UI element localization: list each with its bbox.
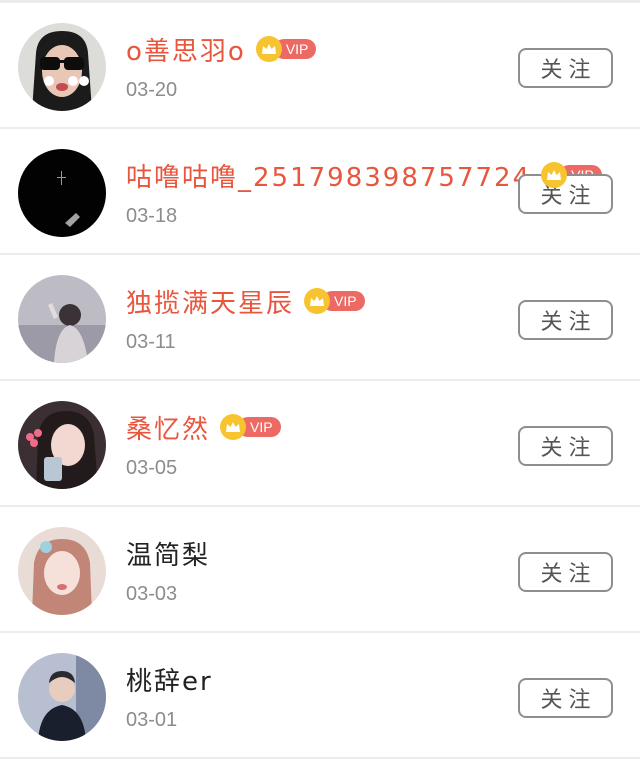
crown-icon [541, 162, 568, 188]
user-name[interactable]: 桑忆然 [126, 409, 210, 446]
crown-icon [255, 36, 282, 62]
follow-button[interactable]: 关注 [518, 678, 613, 718]
list-item[interactable]: 咕噜咕噜_251798398757724 VIP 03-18 关注 [0, 129, 640, 255]
follow-date: 03-05 [126, 457, 178, 479]
follow-date: 03-03 [126, 583, 178, 605]
avatar[interactable] [18, 401, 106, 489]
user-name[interactable]: 桃辞er [126, 661, 213, 698]
avatar[interactable] [18, 275, 106, 363]
avatar[interactable] [18, 527, 106, 615]
avatar[interactable] [18, 653, 106, 741]
vip-badge: VIP [255, 36, 317, 62]
vip-badge: VIP [304, 288, 365, 314]
follow-date: 03-01 [126, 709, 178, 731]
user-name[interactable]: 独揽满天星辰 [126, 283, 294, 320]
list-item[interactable]: 温简梨 03-03 关注 [0, 507, 640, 633]
list-item[interactable]: 桃辞er 03-01 关注 [0, 633, 640, 759]
crown-icon [304, 288, 331, 314]
avatar[interactable] [18, 23, 106, 111]
user-name[interactable]: 温简梨 [126, 535, 210, 572]
user-name[interactable]: o善思羽o [126, 31, 246, 68]
crown-icon [220, 414, 247, 440]
follow-button[interactable]: 关注 [518, 48, 613, 88]
avatar[interactable] [18, 149, 106, 237]
follow-button[interactable]: 关注 [518, 552, 613, 592]
follow-button[interactable]: 关注 [518, 300, 613, 340]
follow-date: 03-20 [126, 79, 178, 101]
list-item[interactable]: o善思羽o VIP 03-20 关注 [0, 3, 640, 129]
user-name[interactable]: 咕噜咕噜_251798398757724 [126, 157, 531, 194]
follower-list: o善思羽o VIP 03-20 关注 咕噜咕噜_251798398757724 [0, 0, 640, 772]
list-item[interactable]: 独揽满天星辰 VIP 03-11 关注 [0, 255, 640, 381]
list-item[interactable]: 桑忆然 VIP 03-05 关注 [0, 381, 640, 507]
vip-badge: VIP [220, 414, 281, 440]
follow-date: 03-18 [126, 205, 178, 227]
follow-date: 03-11 [126, 331, 176, 353]
follow-button[interactable]: 关注 [518, 426, 613, 466]
